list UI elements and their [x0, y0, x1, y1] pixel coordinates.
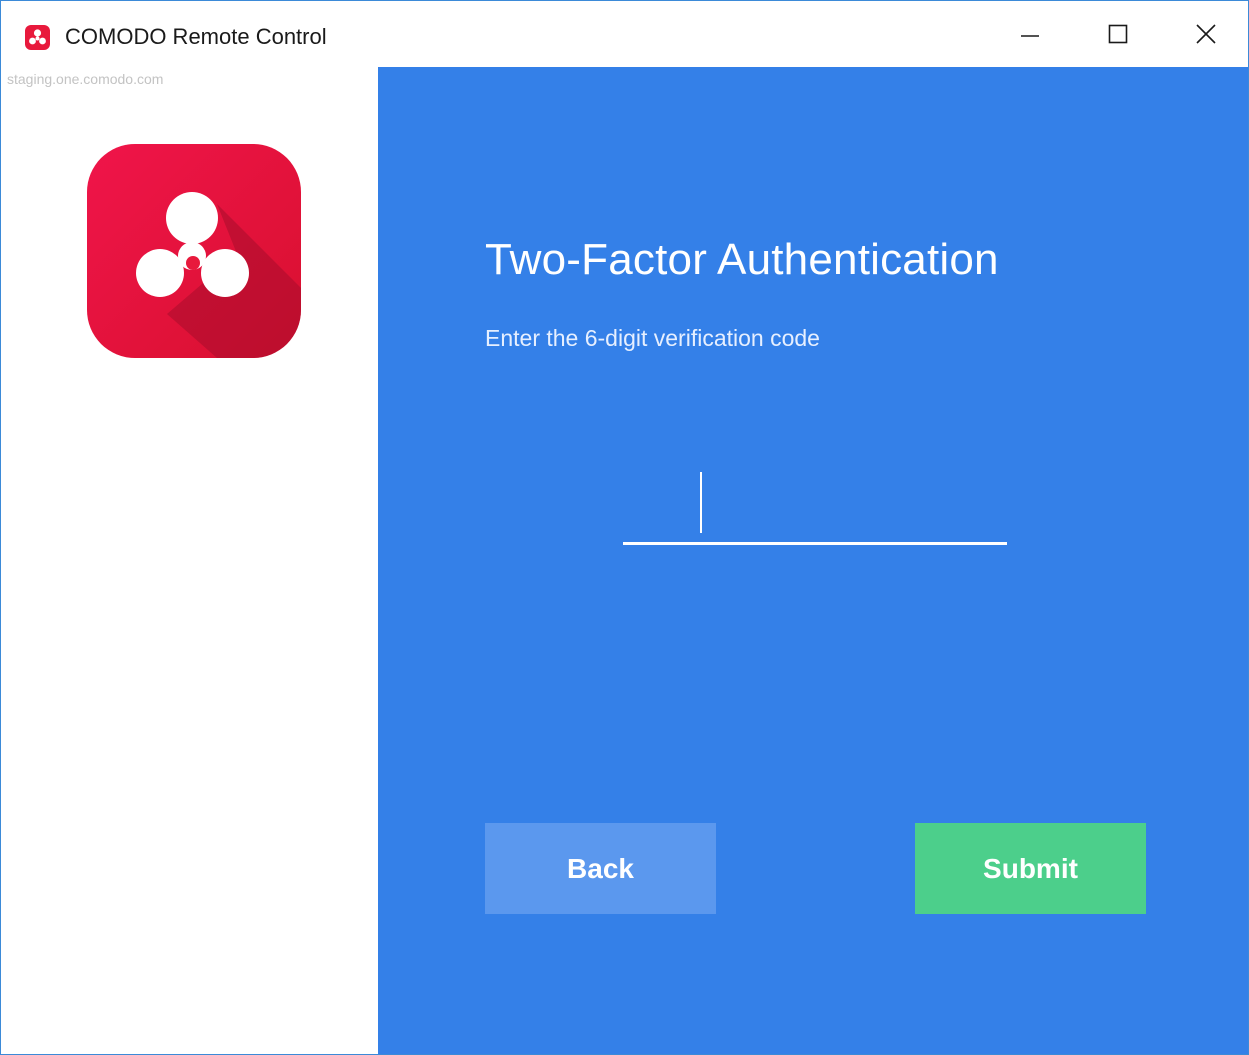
- app-window: COMODO Remote Control staging.one.comodo…: [0, 0, 1249, 1055]
- instructions-text: Enter the 6-digit verification code: [485, 325, 820, 351]
- text-cursor: [700, 472, 702, 533]
- close-button[interactable]: [1162, 1, 1248, 67]
- window-title: COMODO Remote Control: [65, 24, 327, 49]
- page-title: Two-Factor Authentication: [485, 235, 999, 284]
- maximize-button[interactable]: [1074, 1, 1162, 67]
- minimize-icon: [1021, 35, 1039, 37]
- app-icon: [25, 25, 50, 50]
- maximize-icon: [1108, 24, 1128, 44]
- comodo-logo-icon: [87, 144, 301, 358]
- title-bar[interactable]: COMODO Remote Control: [1, 1, 1248, 67]
- authentication-panel: Two-Factor Authentication Enter the 6-di…: [378, 67, 1248, 1054]
- server-url: staging.one.comodo.com: [7, 71, 164, 87]
- back-button[interactable]: Back: [485, 823, 716, 914]
- minimize-button[interactable]: [986, 1, 1074, 67]
- close-icon: [1196, 24, 1216, 44]
- verification-code-input[interactable]: [623, 467, 1007, 545]
- submit-button[interactable]: Submit: [915, 823, 1146, 914]
